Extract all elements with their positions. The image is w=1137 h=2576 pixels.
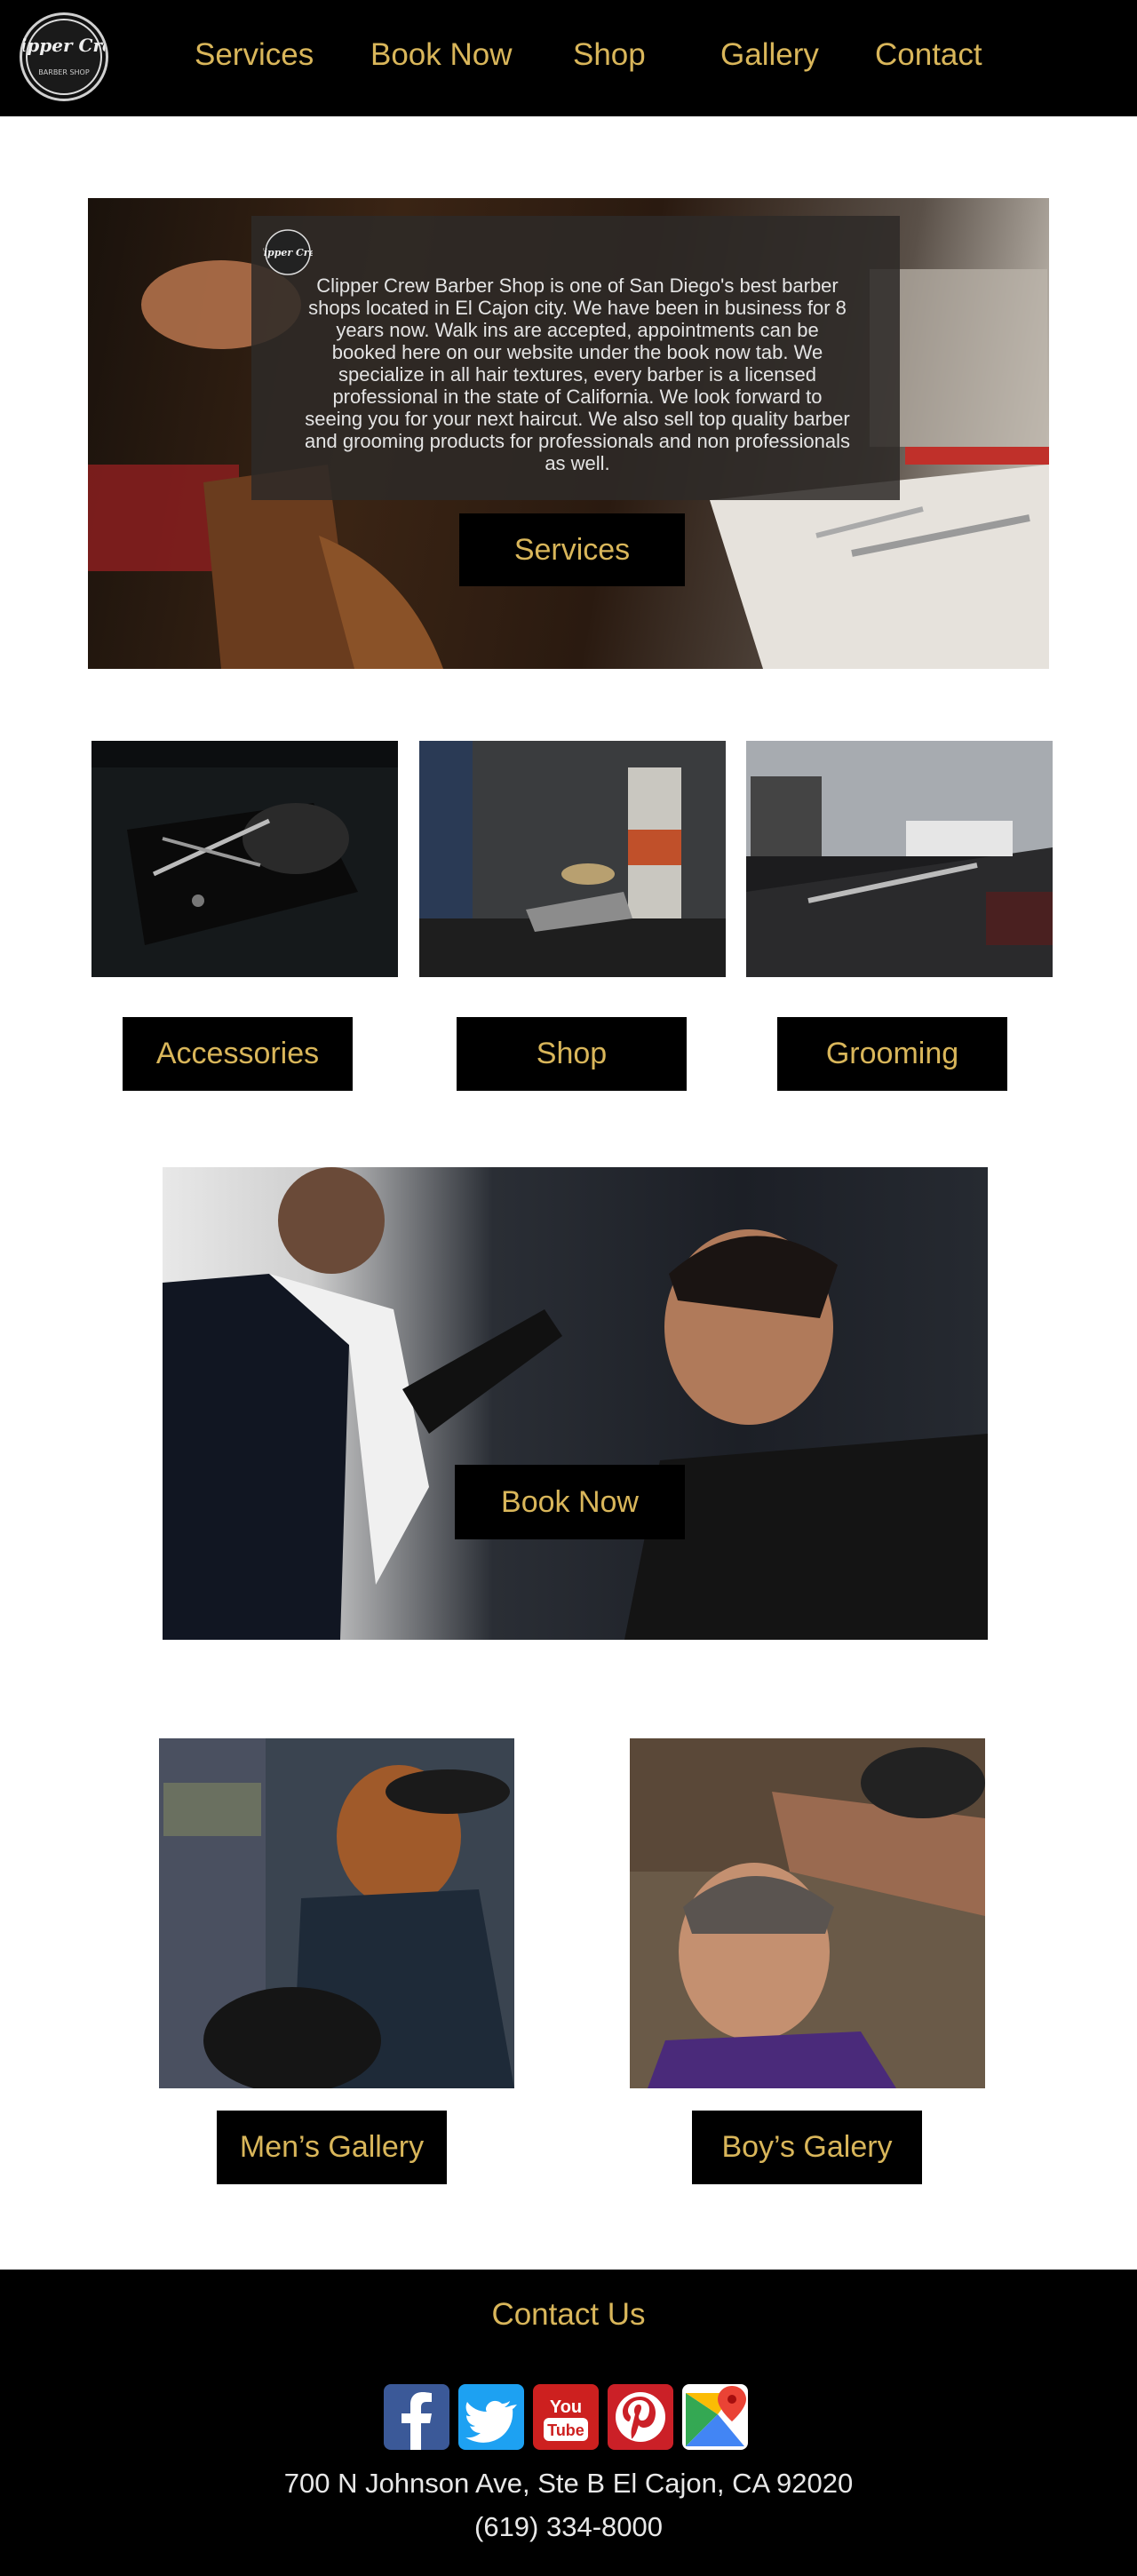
logo[interactable]: Clipper Crew BARBER SHOP	[20, 12, 108, 101]
nav-contact[interactable]: Contact	[875, 37, 982, 73]
grooming-button[interactable]: Grooming	[777, 1017, 1007, 1091]
google-maps-icon[interactable]	[682, 2384, 748, 2450]
mens-gallery-image[interactable]	[159, 1738, 514, 2088]
logo-emblem-icon: Clipper Crew BARBER SHOP	[23, 19, 105, 95]
phone-text[interactable]: (619) 334-8000	[0, 2511, 1137, 2543]
pinterest-icon[interactable]	[608, 2384, 673, 2450]
address-text: 700 N Johnson Ave, Ste B El Cajon, CA 92…	[283, 2468, 854, 2499]
twitter-icon[interactable]	[458, 2384, 524, 2450]
barber-styling-image	[163, 1167, 988, 1640]
book-now-button[interactable]: Book Now	[455, 1465, 685, 1539]
nav-book-now[interactable]: Book Now	[370, 37, 513, 73]
svg-text:Clipper Crew: Clipper Crew	[23, 35, 105, 56]
services-button[interactable]: Services	[459, 513, 685, 586]
nav-gallery[interactable]: Gallery	[720, 37, 819, 73]
facebook-icon[interactable]	[384, 2384, 449, 2450]
mens-gallery-button[interactable]: Men’s Gallery	[217, 2111, 447, 2184]
shop-button[interactable]: Shop	[457, 1017, 687, 1091]
svg-text:You: You	[550, 2397, 582, 2417]
hero-description: Clipper Crew Barber Shop is one of San D…	[305, 274, 850, 474]
nav-services[interactable]: Services	[195, 37, 314, 73]
boys-gallery-image[interactable]	[630, 1738, 985, 2088]
contact-us-heading: Contact Us	[491, 2297, 646, 2332]
nav-shop[interactable]: Shop	[573, 37, 646, 73]
svg-text:BARBER SHOP: BARBER SHOP	[38, 68, 90, 76]
shop-image[interactable]	[419, 741, 726, 977]
accessories-button[interactable]: Accessories	[123, 1017, 353, 1091]
hero-logo: Clipper Crew	[252, 227, 324, 277]
logo-emblem-icon: Clipper Crew	[252, 229, 324, 275]
svg-text:Tube: Tube	[547, 2421, 584, 2439]
grooming-image[interactable]	[746, 741, 1053, 977]
youtube-icon[interactable]: You Tube	[533, 2384, 599, 2450]
svg-text:Clipper Crew: Clipper Crew	[263, 247, 313, 258]
boys-gallery-button[interactable]: Boy’s Galery	[692, 2111, 922, 2184]
accessories-image[interactable]	[91, 741, 398, 977]
